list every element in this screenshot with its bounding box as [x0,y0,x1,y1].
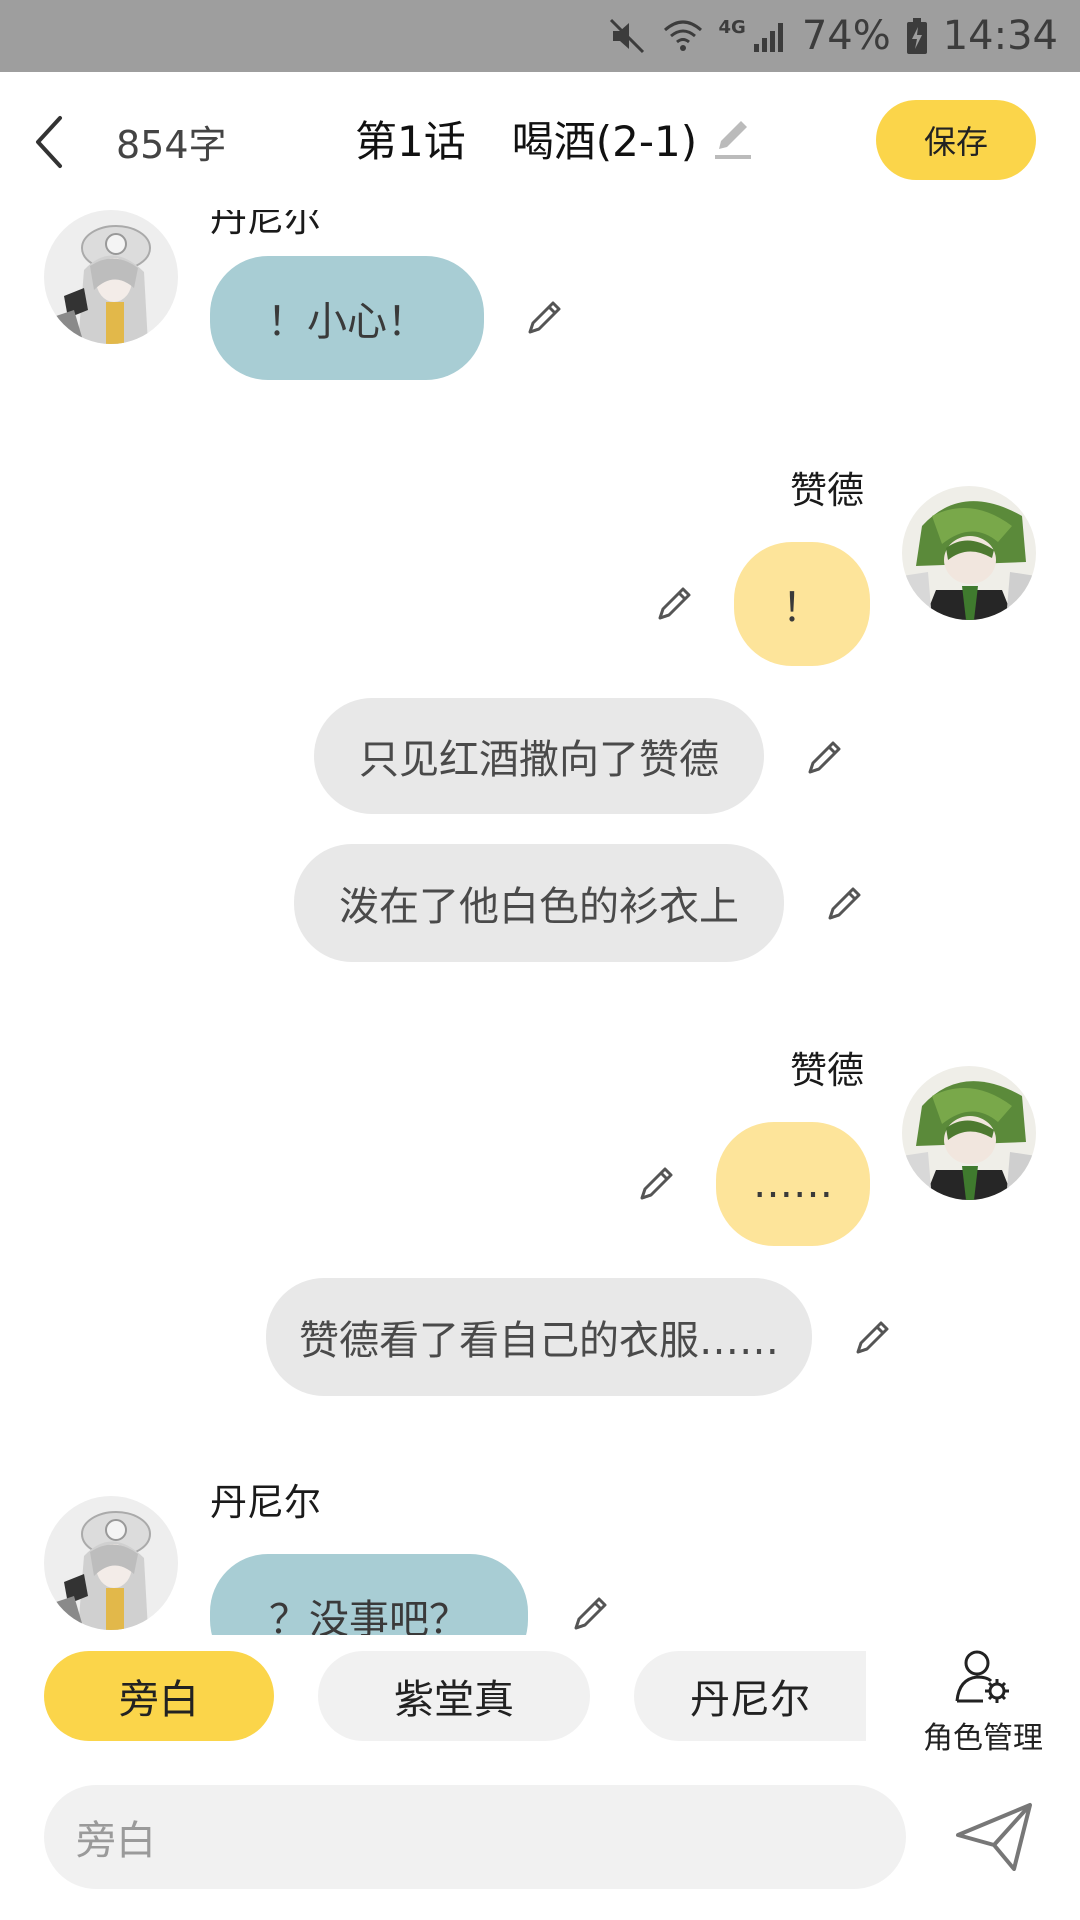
avatar-zander[interactable] [902,486,1036,620]
chapter-name: 喝酒(2-1) [511,117,698,166]
edit-pencil-icon[interactable] [650,580,698,628]
composer-panel: 旁白 紫堂真 丹尼尔 角色管理 旁白 [0,1635,1080,1920]
avatar-daniel[interactable] [44,1496,178,1630]
edit-pencil-icon[interactable] [820,880,868,928]
user-settings-icon [955,1650,1009,1703]
chevron-left-icon [36,116,62,168]
sender-name: 丹尼尔 [210,210,321,240]
network-type: 4G [718,16,746,38]
send-button[interactable] [950,1795,1040,1879]
edit-pencil-icon[interactable] [632,1160,680,1208]
message-bubble[interactable]: ！ [734,542,870,666]
edit-pencil-icon[interactable] [800,734,848,782]
save-button[interactable]: 保存 [876,100,1036,180]
status-bar: 4G 74% 14:34 [0,0,1080,72]
battery-percent: 74% [801,13,891,59]
episode-label: 第1话 [355,117,466,166]
signal-icon [752,18,788,54]
message-bubble[interactable]: ？没事吧？ [210,1554,528,1635]
editor-header: 854字 第1话 喝酒(2-1) 保存 [0,72,1080,210]
back-button[interactable] [22,112,78,172]
sender-name: 丹尼尔 [210,1481,321,1524]
avatar-zander[interactable] [902,1066,1036,1200]
mute-icon [607,16,647,56]
edit-pencil-icon[interactable] [566,1590,614,1635]
edit-pencil-icon[interactable] [848,1314,896,1362]
status-icons: 4G 74% 14:34 [607,0,1058,72]
message-input[interactable]: 旁白 [44,1785,906,1889]
role-manage-button[interactable]: 角色管理 [908,1647,1058,1757]
edit-title-icon[interactable] [711,115,755,163]
sender-name: 赞德 [790,1049,864,1092]
wifi-icon [661,16,705,56]
role-chip-zidoumakoto[interactable]: 紫堂真 [318,1651,590,1741]
dialogue-list[interactable]: 丹尼尔 ！小心！ 赞德 ！ 只见红酒撒向了赞德 泼在了他白色的衫衣上 赞德 ……… [0,210,1080,1635]
narration-bubble[interactable]: 赞德看了看自己的衣服…… [266,1278,812,1396]
role-chip-daniel[interactable]: 丹尼尔 [634,1651,866,1741]
sender-name: 赞德 [790,469,864,512]
role-manage-label: 角色管理 [923,1721,1043,1756]
chapter-title[interactable]: 第1话 喝酒(2-1) [355,108,755,169]
narration-bubble[interactable]: 泼在了他白色的衫衣上 [294,844,784,962]
battery-charging-icon [905,16,929,56]
avatar-daniel[interactable] [44,210,178,344]
message-bubble[interactable]: ！小心！ [210,256,484,380]
word-count: 854字 [116,123,227,167]
role-chip-narration[interactable]: 旁白 [44,1651,274,1741]
send-icon [956,1803,1032,1871]
edit-pencil-icon[interactable] [520,294,568,342]
narration-bubble[interactable]: 只见红酒撒向了赞德 [314,698,764,814]
message-bubble[interactable]: …… [716,1122,870,1246]
clock: 14:34 [942,13,1058,59]
